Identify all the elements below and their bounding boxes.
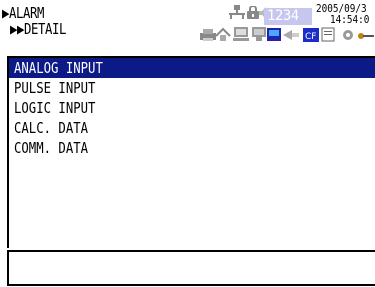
breadcrumb-label-detail: DETAIL <box>23 20 66 38</box>
menu-item-label: ANALOG INPUT <box>14 59 103 77</box>
pc-icon <box>233 27 249 41</box>
cf-card-icon: CF <box>303 28 319 42</box>
menu-item-label: CALC. DATA <box>14 119 89 137</box>
menu-item-label: LOGIC INPUT <box>14 99 96 117</box>
menu-item-label: COMM. DATA <box>14 139 89 157</box>
menu-item-logic-input[interactable]: LOGIC INPUT <box>9 98 375 118</box>
document-icon <box>321 27 335 42</box>
memory-card-icon <box>267 28 281 41</box>
menu-item-comm-data[interactable]: COMM. DATA <box>9 138 375 158</box>
transfer-icon <box>215 27 231 41</box>
arrow-right-icon: ▶ <box>2 4 9 22</box>
double-arrow-right-icon: ▶▶ <box>10 20 24 38</box>
settings-icon <box>343 30 353 40</box>
key-icon <box>358 33 374 39</box>
breadcrumb-level2: ▶▶DETAIL <box>10 20 66 38</box>
input-type-menu: ANALOG INPUT PULSE INPUT LOGIC INPUT CAL… <box>7 56 375 248</box>
time-readout: 14:54:0 <box>330 13 370 26</box>
menu-item-label: PULSE INPUT <box>14 79 96 97</box>
menu-item-pulse-input[interactable]: PULSE INPUT <box>9 78 375 98</box>
transfer-arrow-icon <box>283 30 299 40</box>
svg-text:CF: CF <box>305 32 316 42</box>
message-box <box>7 250 375 286</box>
menu-item-calc-data[interactable]: CALC. DATA <box>9 118 375 138</box>
network-icon <box>229 5 245 19</box>
counter-display: 1234 <box>264 8 312 25</box>
status-header: ▶ALARM ▶▶DETAIL 1234 2005/09/3 14:54:0 C… <box>0 0 375 56</box>
menu-item-analog-input[interactable]: ANALOG INPUT <box>9 58 375 78</box>
